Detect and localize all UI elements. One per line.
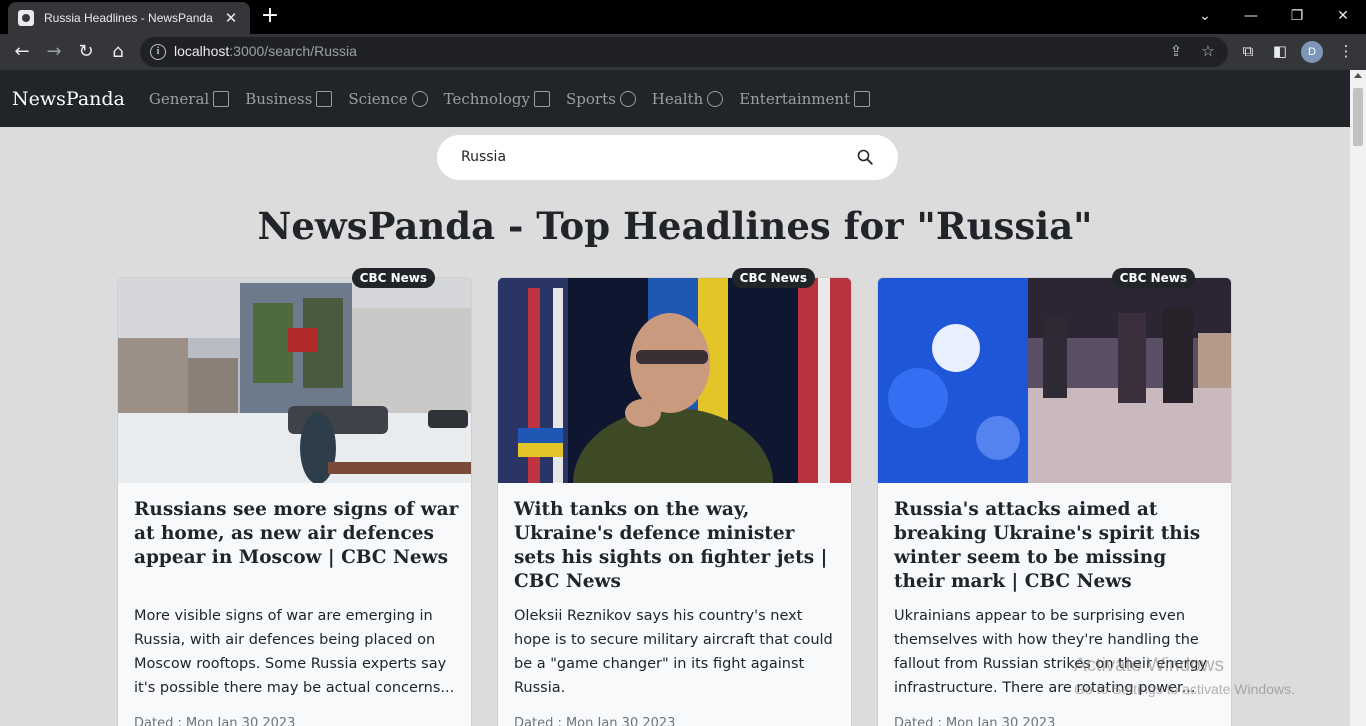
browser-toolbar: ← → ↻ ⌂ i localhost:3000/search/Russia ⇪… bbox=[0, 34, 1366, 70]
card-title: With tanks on the way, Ukraine's defence… bbox=[514, 499, 828, 592]
nav-business[interactable]: Business bbox=[245, 90, 333, 108]
search-value[interactable]: Russia bbox=[461, 149, 506, 165]
nav-technology[interactable]: Technology bbox=[444, 90, 550, 108]
card-date: Dated : Mon Jan 30 2023 bbox=[514, 716, 676, 726]
profile-avatar[interactable]: D bbox=[1301, 41, 1323, 63]
panda-favicon-icon bbox=[18, 10, 34, 26]
watermark-line2: Go to Settings to activate Windows. bbox=[1074, 681, 1295, 697]
site-navbar: NewsPanda General Business Science Techn… bbox=[0, 70, 1350, 127]
film-icon bbox=[854, 90, 871, 107]
card-description: More visible signs of war are emerging i… bbox=[134, 608, 455, 696]
browser-tab[interactable]: Russia Headlines - NewsPanda ✕ bbox=[8, 2, 250, 34]
scroll-thumb[interactable] bbox=[1353, 88, 1363, 146]
lungs-icon bbox=[707, 90, 724, 107]
back-arrow-icon[interactable]: ← bbox=[10, 40, 34, 64]
page-title: NewsPanda - Top Headlines for "Russia" bbox=[257, 204, 1093, 248]
new-tab-plus-icon[interactable]: + bbox=[258, 5, 282, 28]
card-description: Oleksii Reznikov says his country's next… bbox=[514, 608, 833, 696]
windows-activation-watermark: Activate Windows Go to Settings to activ… bbox=[1074, 655, 1295, 697]
search-icon[interactable] bbox=[857, 149, 873, 165]
address-bar[interactable]: i localhost:3000/search/Russia ⇪ ☆ bbox=[140, 37, 1228, 67]
close-window-icon[interactable]: ✕ bbox=[1328, 4, 1358, 28]
nav-sports[interactable]: Sports bbox=[566, 90, 636, 108]
tab-search-chevron-icon[interactable]: ⌄ bbox=[1190, 4, 1220, 28]
card-date: Dated : Mon Jan 30 2023 bbox=[894, 716, 1056, 726]
news-card: CBC News Russians see more signs of war … bbox=[117, 268, 472, 726]
news-image bbox=[878, 278, 1231, 483]
newspaper-icon bbox=[213, 90, 230, 107]
trophy-icon bbox=[619, 90, 636, 107]
source-badge: CBC News bbox=[351, 268, 435, 288]
browser-tabstrip: Russia Headlines - NewsPanda ✕ + ⌄ — ❐ ✕ bbox=[0, 0, 1366, 34]
nav-entertainment[interactable]: Entertainment bbox=[739, 90, 871, 108]
nav-general[interactable]: General bbox=[149, 90, 230, 108]
tab-title: Russia Headlines - NewsPanda bbox=[44, 11, 213, 25]
restore-icon[interactable]: ❐ bbox=[1282, 4, 1312, 28]
extensions-puzzle-icon[interactable]: ⧉ bbox=[1238, 42, 1258, 62]
source-badge: CBC News bbox=[1111, 268, 1195, 288]
reload-icon[interactable]: ↻ bbox=[74, 40, 98, 64]
bookmark-star-icon[interactable]: ☆ bbox=[1198, 42, 1218, 60]
minimize-icon[interactable]: — bbox=[1236, 4, 1266, 28]
cpu-icon bbox=[533, 90, 550, 107]
page-viewport: NewsPanda General Business Science Techn… bbox=[0, 70, 1350, 726]
rocket-icon bbox=[411, 90, 428, 107]
page-scrollbar[interactable] bbox=[1350, 70, 1366, 726]
card-title: Russians see more signs of war at home, … bbox=[134, 499, 459, 568]
address-url[interactable]: localhost:3000/search/Russia bbox=[174, 43, 357, 59]
watermark-line1: Activate Windows bbox=[1074, 655, 1224, 676]
site-info-icon[interactable]: i bbox=[150, 44, 166, 60]
news-image bbox=[498, 278, 851, 483]
nav-health[interactable]: Health bbox=[652, 90, 724, 108]
home-icon[interactable]: ⌂ bbox=[106, 40, 130, 64]
tab-close-icon[interactable]: ✕ bbox=[222, 9, 240, 27]
news-card: CBC News With tanks on the way, Ukraine'… bbox=[497, 268, 852, 726]
card-date: Dated : Mon Jan 30 2023 bbox=[134, 716, 296, 726]
news-image bbox=[118, 278, 471, 483]
source-badge: CBC News bbox=[731, 268, 815, 288]
scroll-up-arrow-icon[interactable] bbox=[1354, 73, 1362, 78]
briefcase-icon bbox=[316, 90, 333, 107]
side-panel-icon[interactable]: ◧ bbox=[1270, 42, 1290, 62]
menu-kebab-icon[interactable]: ⋮ bbox=[1336, 42, 1356, 62]
nav-science[interactable]: Science bbox=[348, 90, 428, 108]
forward-arrow-icon[interactable]: → bbox=[42, 40, 66, 64]
share-icon[interactable]: ⇪ bbox=[1166, 42, 1186, 60]
brand-logo[interactable]: NewsPanda bbox=[12, 88, 125, 110]
search-input[interactable]: Russia bbox=[437, 135, 898, 180]
card-title: Russia's attacks aimed at breaking Ukrai… bbox=[894, 499, 1201, 592]
